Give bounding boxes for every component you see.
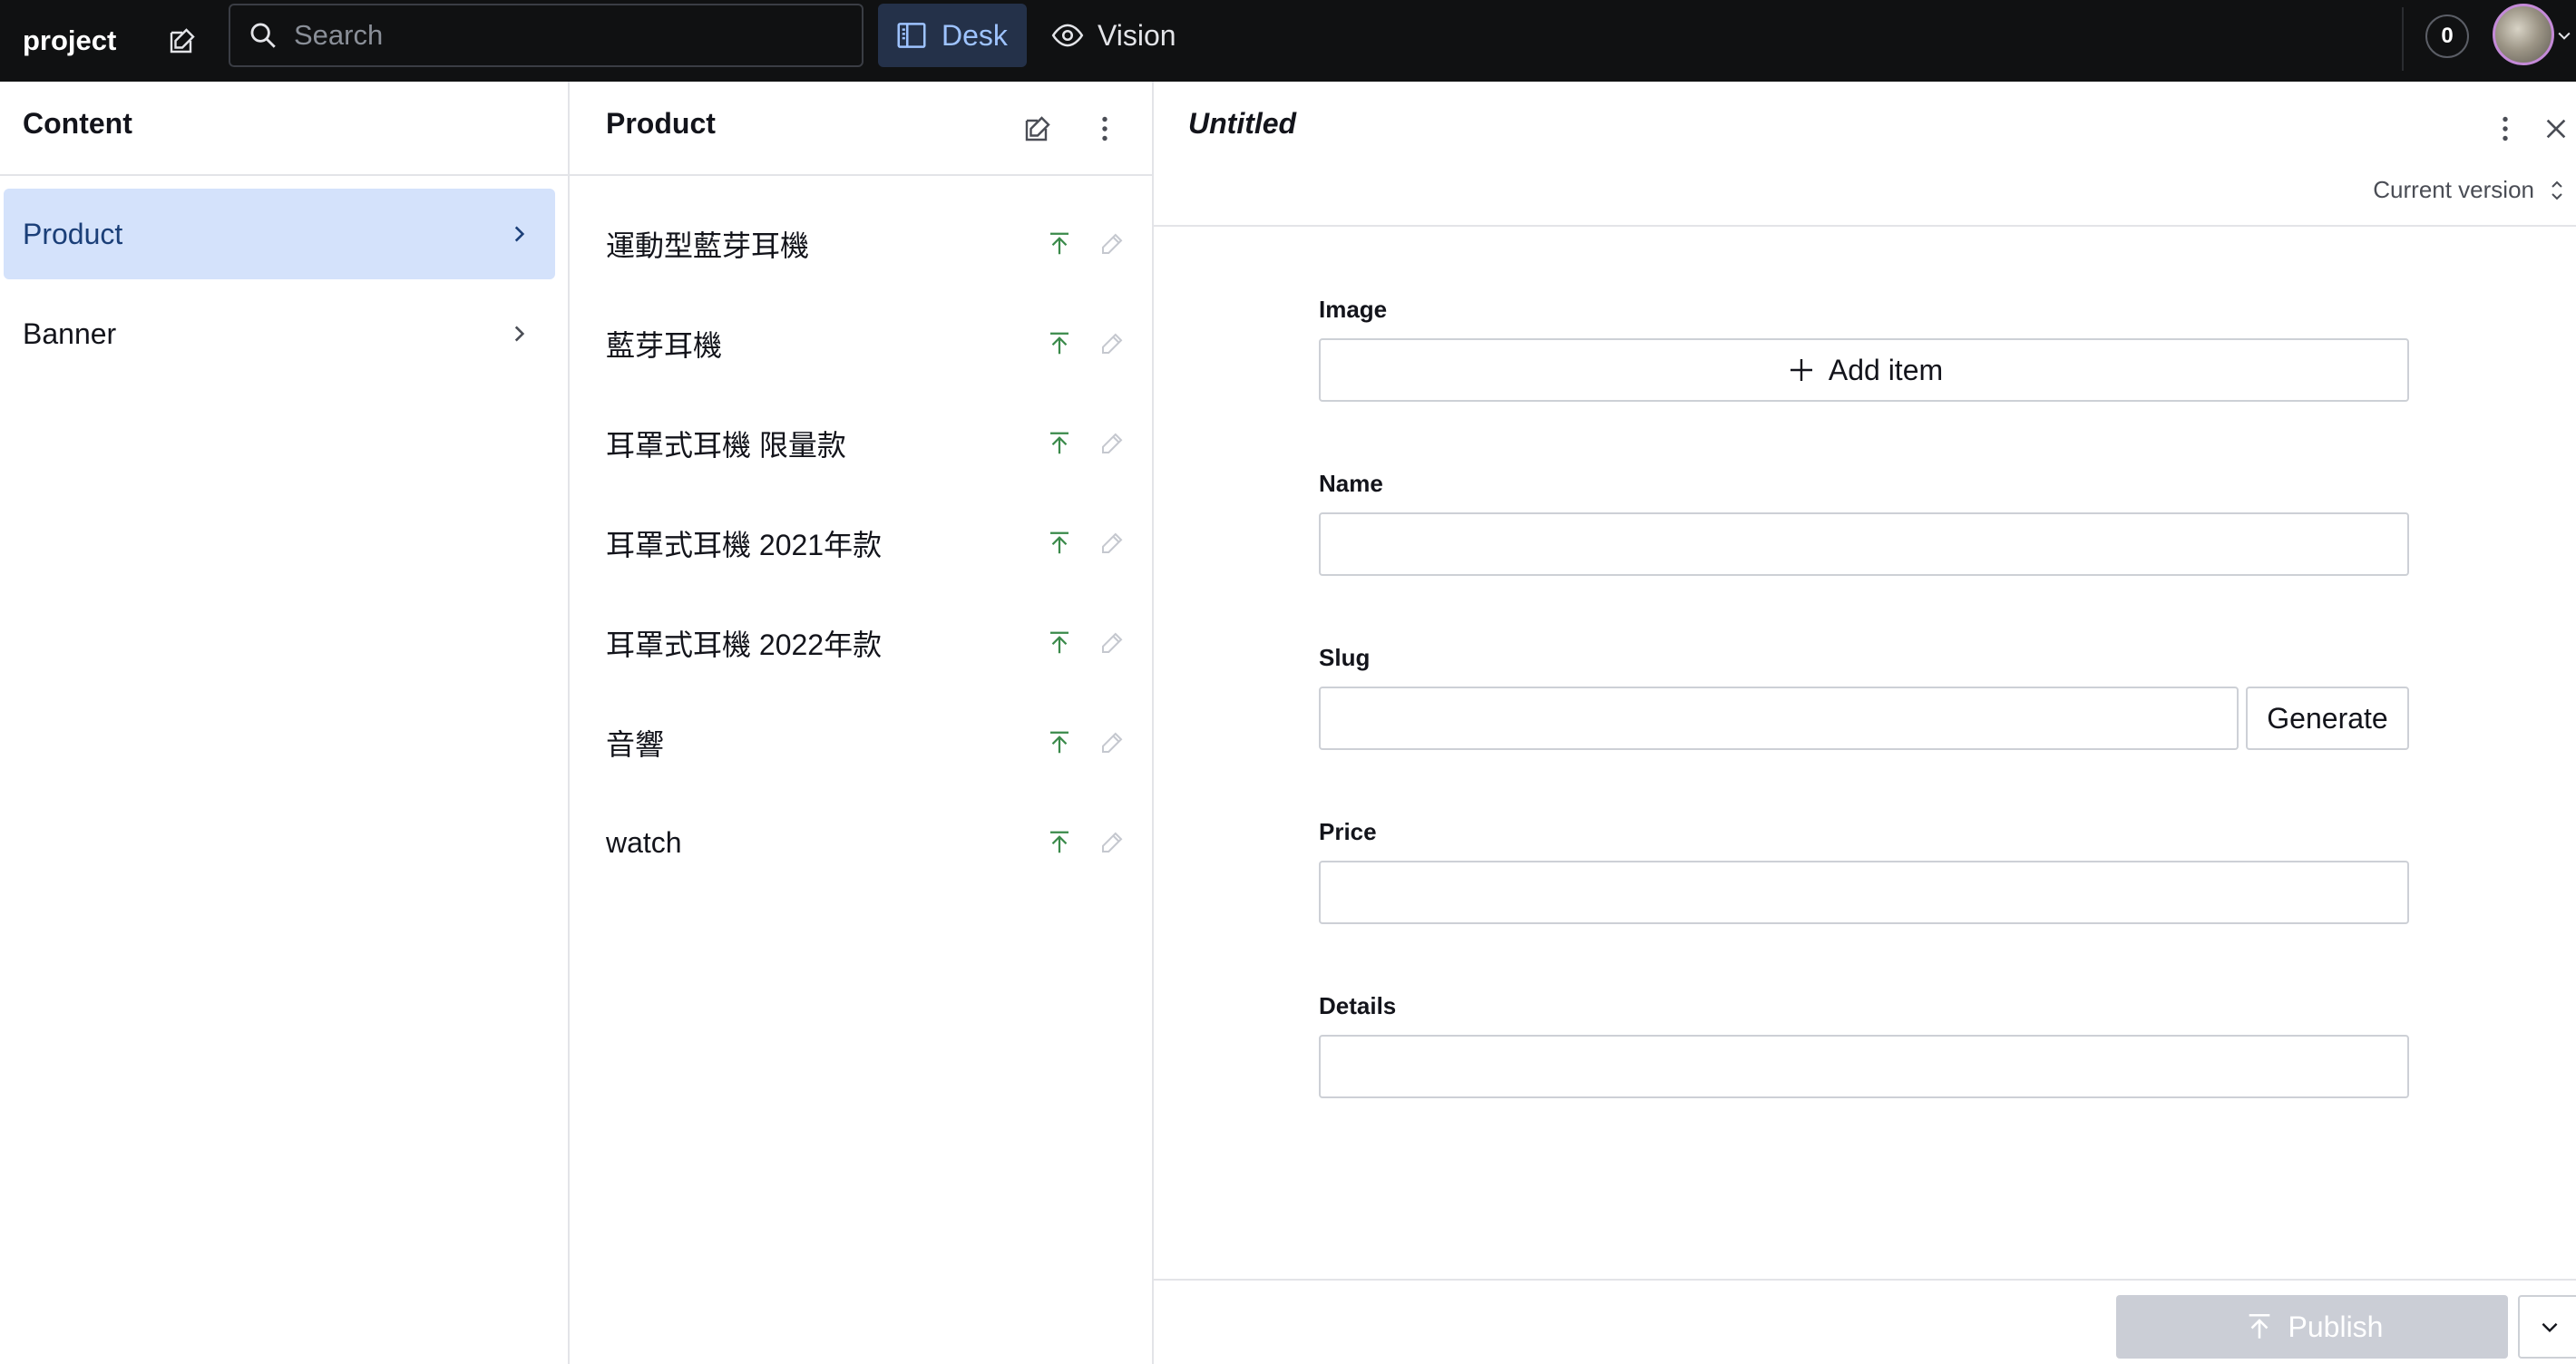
published-icon <box>1038 621 1081 665</box>
compose-icon <box>1025 116 1050 141</box>
document-title: 音響 <box>606 728 665 761</box>
close-icon <box>2546 119 2566 139</box>
content-item-banner[interactable]: Banner <box>4 288 555 379</box>
compose-icon <box>170 28 195 54</box>
navbar-divider <box>2402 7 2404 71</box>
document-list-pane: Product 運動型藍芽耳機 藍芽耳機耳罩式耳機 限量款耳罩式耳機 2021年款… <box>570 82 1154 1364</box>
document-list-item[interactable]: 運動型藍芽耳機 <box>570 194 1152 294</box>
chevron-right-icon <box>503 218 535 250</box>
more-vertical-icon <box>2503 116 2508 141</box>
content-item-label: Banner <box>23 317 117 350</box>
edit-pencil-icon <box>1090 721 1134 765</box>
document-title: 運動型藍芽耳機 <box>606 229 810 262</box>
price-input[interactable] <box>1319 861 2409 924</box>
publish-label: Publish <box>2288 1310 2384 1343</box>
document-title: 耳罩式耳機 2021年款 <box>606 529 883 561</box>
notification-badge[interactable]: 0 <box>2425 15 2469 58</box>
plus-icon <box>1785 354 1818 386</box>
content-pane-header: Content <box>0 82 568 176</box>
new-document-button[interactable] <box>1016 107 1059 151</box>
published-icon <box>1038 821 1081 864</box>
edit-pencil-icon <box>1090 222 1134 266</box>
version-selector[interactable]: Current version <box>2373 176 2534 204</box>
edit-pencil-icon <box>1090 521 1134 565</box>
avatar[interactable] <box>2493 4 2554 65</box>
name-field-label: Name <box>1319 470 1383 497</box>
document-list-item[interactable]: 藍芽耳機 <box>570 294 1152 394</box>
search-icon <box>245 17 281 54</box>
document-editor-header: Untitled Current version <box>1154 82 2576 227</box>
chevron-down-icon <box>2542 1322 2558 1333</box>
published-icon <box>1038 222 1081 266</box>
document-list-item[interactable]: 音響 <box>570 693 1152 793</box>
document-title: 耳罩式耳機 限量款 <box>606 429 846 462</box>
price-field-label: Price <box>1319 818 1377 845</box>
slug-field-label: Slug <box>1319 644 1371 671</box>
document-title: Untitled <box>1188 107 1297 140</box>
add-item-label: Add item <box>1828 353 1944 386</box>
details-field-label: Details <box>1319 992 1397 1019</box>
publish-icon <box>2241 1309 2278 1345</box>
content-item-label: Product <box>23 217 123 250</box>
add-image-button[interactable]: Add item <box>1319 338 2409 402</box>
name-input[interactable] <box>1319 512 2409 576</box>
published-icon <box>1038 422 1081 465</box>
search-box[interactable] <box>229 4 864 67</box>
tool-desk[interactable]: Desk <box>878 4 1027 67</box>
desk-icon <box>897 23 926 48</box>
content-item-product[interactable]: Product <box>4 189 555 279</box>
document-list-item[interactable]: 耳罩式耳機 2021年款 <box>570 493 1152 593</box>
document-menu-button[interactable] <box>2483 107 2527 151</box>
document-editor-pane: Untitled Current version Image Add item … <box>1154 82 2576 1364</box>
edit-pencil-icon <box>1090 821 1134 864</box>
document-list-item[interactable]: watch <box>570 793 1152 892</box>
document-list-header: Product <box>570 82 1152 176</box>
edit-pencil-icon <box>1090 621 1134 665</box>
close-pane-button[interactable] <box>2534 107 2576 151</box>
document-list-title: Product <box>606 107 716 140</box>
document-title: watch <box>606 825 682 859</box>
document-list-item[interactable]: 耳罩式耳機 2022年款 <box>570 593 1152 693</box>
chevron-right-icon <box>503 317 535 350</box>
published-icon <box>1038 521 1081 565</box>
image-field-label: Image <box>1319 296 1388 323</box>
published-icon <box>1038 721 1081 765</box>
more-vertical-icon <box>1102 116 1107 141</box>
content-pane-title: Content <box>23 107 132 140</box>
slug-input[interactable] <box>1319 687 2239 750</box>
tool-vision[interactable]: Vision <box>1041 4 1195 67</box>
document-title: 耳罩式耳機 2022年款 <box>606 628 883 661</box>
compose-button[interactable] <box>161 18 203 63</box>
tool-desk-label: Desk <box>942 18 1008 52</box>
edit-pencil-icon <box>1090 322 1134 365</box>
tool-vision-label: Vision <box>1098 18 1176 52</box>
publish-menu-button[interactable] <box>2518 1295 2576 1359</box>
content-pane: Content Product Banner <box>0 82 570 1364</box>
details-input[interactable] <box>1319 1035 2409 1098</box>
eye-icon <box>1051 24 1084 47</box>
publish-button[interactable]: Publish <box>2116 1295 2508 1359</box>
list-menu-button[interactable] <box>1083 107 1127 151</box>
document-list-item[interactable]: 耳罩式耳機 限量款 <box>570 394 1152 493</box>
search-input[interactable] <box>294 8 862 63</box>
generate-slug-button[interactable]: Generate <box>2246 687 2409 750</box>
document-title: 藍芽耳機 <box>606 329 723 362</box>
project-name[interactable]: project <box>23 18 116 63</box>
top-navbar: project Desk Vision 0 <box>0 0 2576 82</box>
published-icon <box>1038 322 1081 365</box>
edit-pencil-icon <box>1090 422 1134 465</box>
chevron-down-icon[interactable] <box>2554 24 2574 47</box>
document-footer: Publish <box>1154 1279 2576 1364</box>
chevron-updown-icon[interactable] <box>2543 176 2571 205</box>
